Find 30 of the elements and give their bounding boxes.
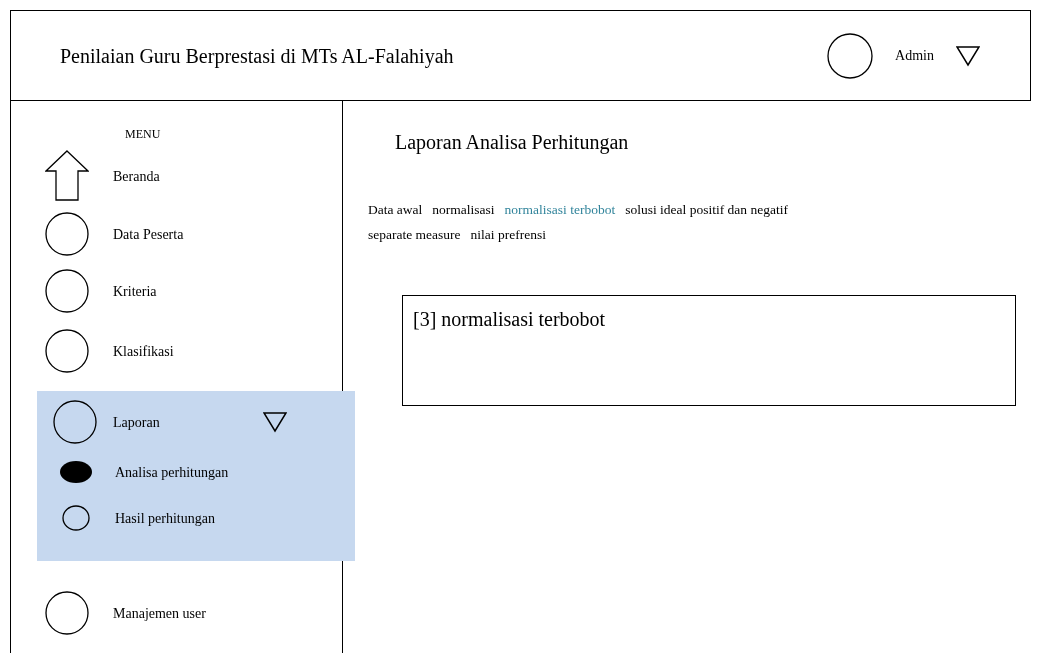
radio-icon[interactable]: [62, 505, 90, 531]
panel-title: [3] normalisasi terbobot: [413, 308, 606, 330]
submenu-item[interactable]: Analisa perhitungan: [115, 461, 229, 483]
filled-radio-icon[interactable]: [59, 460, 93, 484]
menu-heading: MENU: [125, 127, 161, 141]
report-tab[interactable]: nilai prefrensi: [470, 222, 546, 247]
dropdown-triangle-icon[interactable]: [263, 411, 287, 433]
report-tab[interactable]: separate measure: [368, 222, 461, 247]
app-title: Penilaian Guru Berprestasi di MTs AL-Falahiyah: [60, 43, 454, 70]
circle-icon: [45, 269, 89, 313]
circle-icon: [45, 212, 89, 256]
menu-item[interactable]: Kriteria: [113, 280, 157, 302]
circle-icon: [53, 400, 97, 444]
circle-icon: [45, 329, 89, 373]
menu-item[interactable]: Klasifikasi: [113, 340, 174, 362]
report-tab[interactable]: normalisasi: [432, 197, 495, 222]
menu-item[interactable]: Manajemen user: [113, 602, 206, 624]
menu-item[interactable]: Data Peserta: [113, 223, 184, 245]
page-title: Laporan Analisa Perhitungan: [395, 130, 630, 156]
circle-icon: [45, 591, 89, 635]
avatar-icon[interactable]: [827, 32, 874, 79]
menu-item[interactable]: Laporan: [113, 411, 263, 433]
submenu-item[interactable]: Hasil perhitungan: [115, 507, 215, 529]
report-tab[interactable]: normalisasi terbobot: [504, 197, 616, 222]
user-name[interactable]: Admin: [895, 45, 934, 66]
report-tab[interactable]: Data awal: [368, 197, 423, 222]
dropdown-triangle-icon[interactable]: [956, 44, 980, 67]
menu-item[interactable]: Beranda: [113, 165, 160, 187]
report-tab[interactable]: solusi ideal positif dan negatif: [625, 197, 788, 222]
up-arrow-icon: [45, 150, 89, 202]
